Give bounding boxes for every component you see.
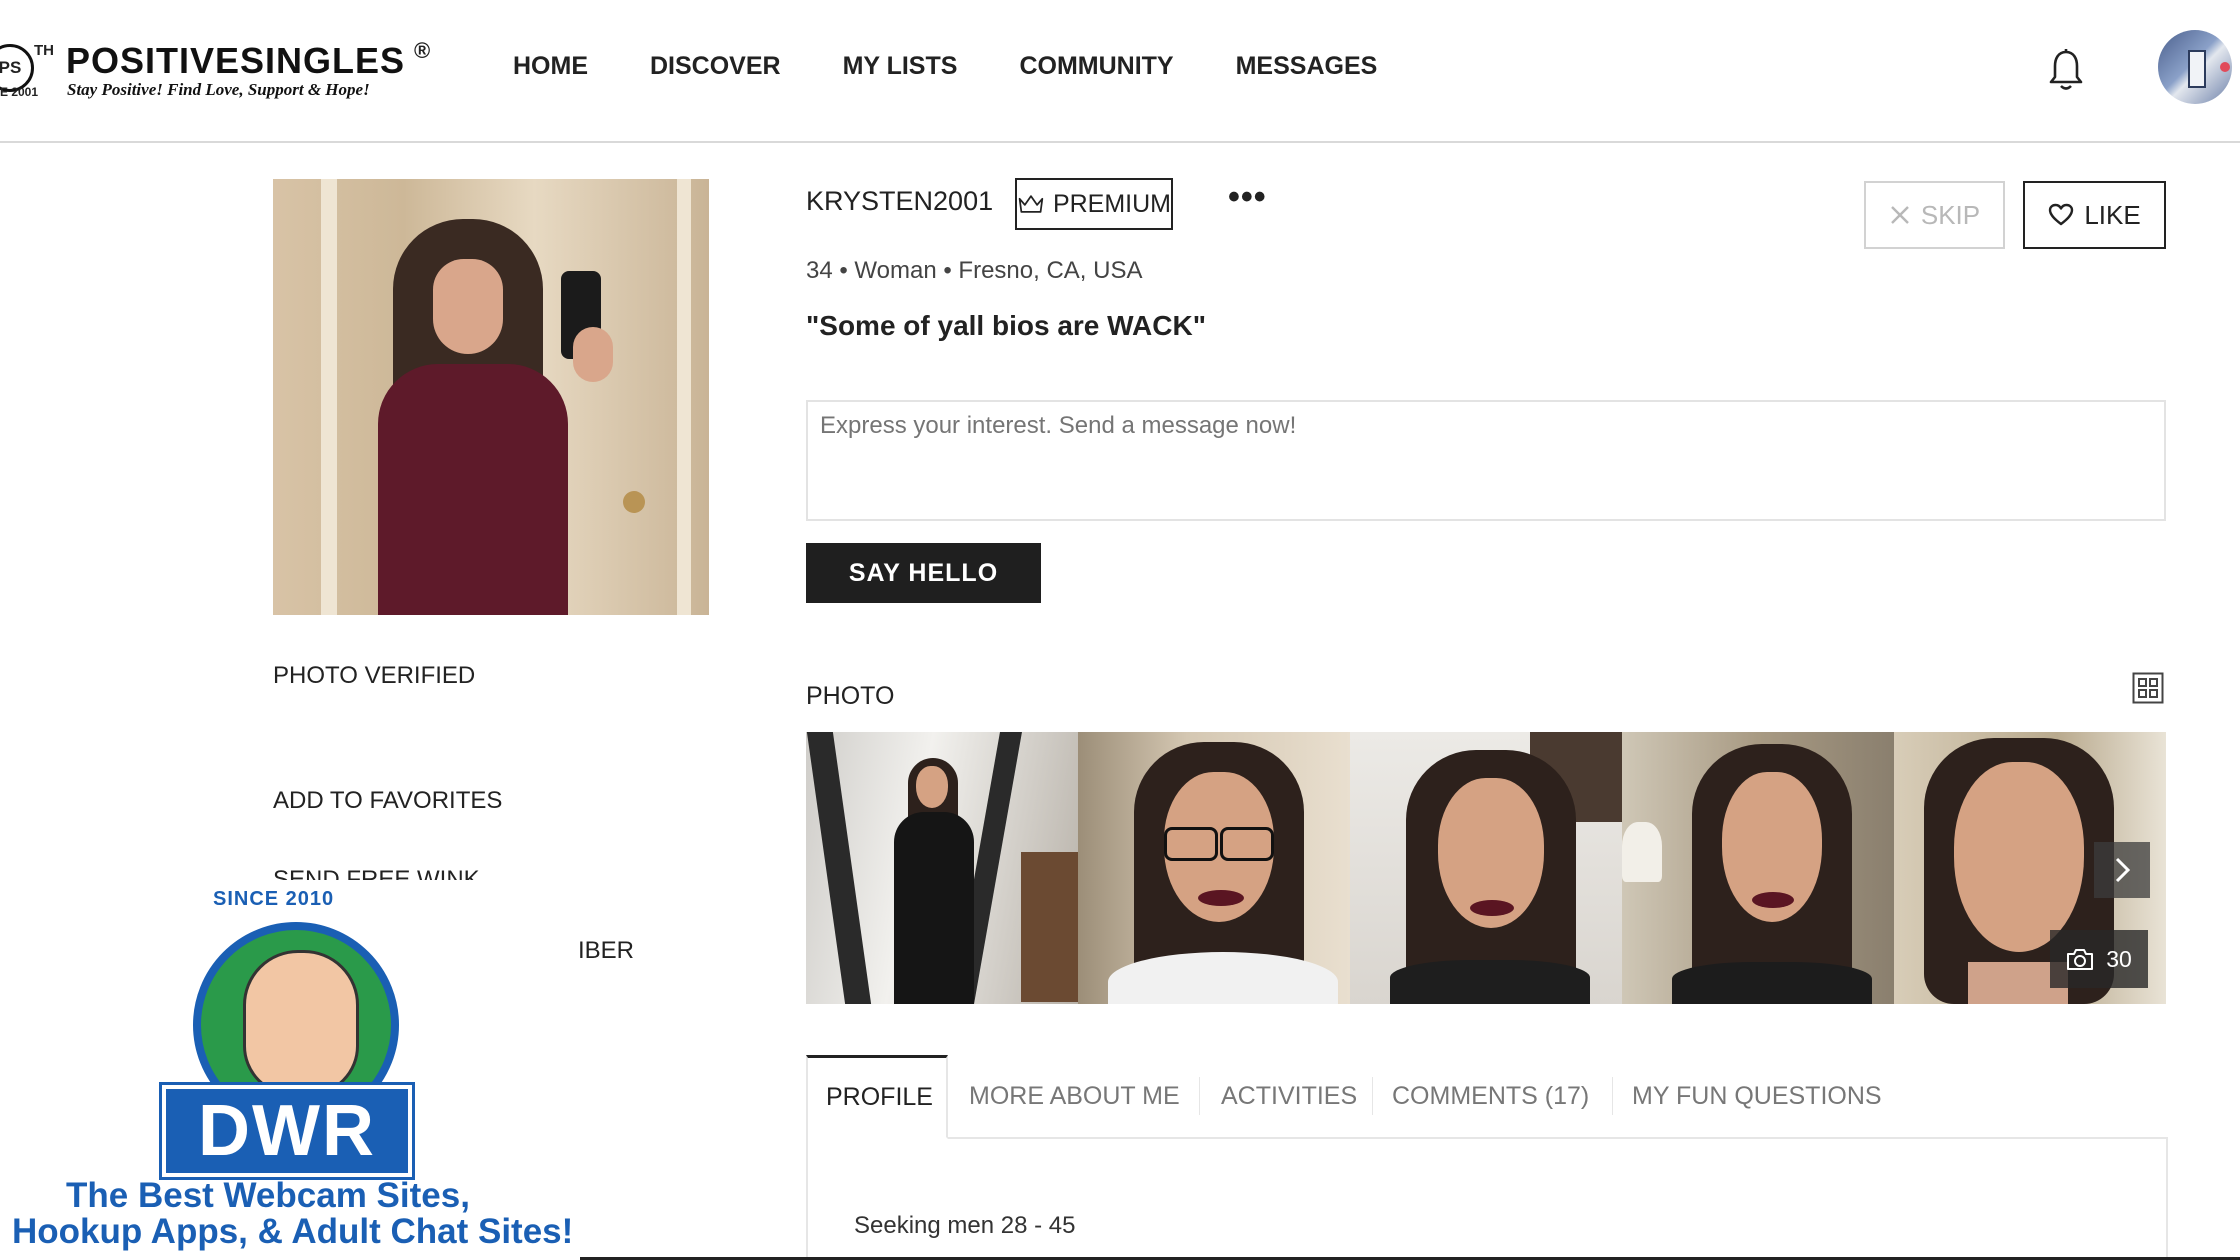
like-button[interactable]: LIKE: [2023, 181, 2166, 249]
member-link-partial[interactable]: IBER: [578, 937, 634, 965]
dwr-watermark-ad: SINCE 2010 DWR The Best Webcam Sites, Ho…: [0, 880, 580, 1260]
chevron-right-icon[interactable]: [2094, 842, 2150, 898]
nav-home[interactable]: HOME: [513, 52, 588, 81]
logo-since-text: E 2001: [0, 85, 39, 99]
photo-thumb[interactable]: [1078, 732, 1350, 1004]
nav-community[interactable]: COMMUNITY: [1019, 52, 1173, 81]
more-options-icon[interactable]: •••: [1228, 178, 1267, 217]
photo-strip: [806, 732, 2166, 1004]
skip-label: SKIP: [1920, 199, 1981, 230]
heart-icon: [2049, 203, 2074, 226]
dwr-logo: DWR: [162, 1085, 412, 1177]
photo-section-title: PHOTO: [806, 682, 895, 710]
nav-discover[interactable]: DISCOVER: [650, 52, 781, 81]
profile-info-line: 34 • Woman • Fresno, CA, USA: [806, 257, 1143, 284]
dwr-tagline-1: The Best Webcam Sites,: [66, 1176, 470, 1215]
photo-count-badge[interactable]: 30: [2050, 930, 2148, 988]
skip-button[interactable]: SKIP: [1864, 181, 2005, 249]
photo-thumb[interactable]: [806, 732, 1078, 1004]
message-input[interactable]: [806, 400, 2166, 521]
crown-icon: [1018, 195, 1044, 213]
profile-headline: "Some of yall bios are WACK": [806, 310, 1206, 341]
dwr-tagline-2: Hookup Apps, & Adult Chat Sites!: [12, 1212, 574, 1251]
say-hello-button[interactable]: SAY HELLO: [806, 543, 1041, 603]
tab-my-fun-questions[interactable]: MY FUN QUESTIONS: [1632, 1055, 1882, 1137]
tab-comments[interactable]: COMMENTS (17): [1392, 1055, 1589, 1137]
photo-verified-label: PHOTO VERIFIED: [273, 662, 476, 689]
close-icon: [1891, 206, 1909, 224]
top-header: PS TH E 2001 POSITIVESINGLES ® Stay Posi…: [0, 0, 2240, 143]
nav-messages[interactable]: MESSAGES: [1236, 52, 1378, 81]
bell-icon[interactable]: [2048, 48, 2084, 92]
send-free-wink-link[interactable]: SEND FREE WINK: [273, 866, 480, 880]
brand-tagline: Stay Positive! Find Love, Support & Hope…: [67, 80, 370, 99]
seeking-text: Seeking men 28 - 45: [854, 1212, 1076, 1239]
brand-logo[interactable]: POSITIVESINGLES: [66, 40, 405, 82]
premium-label: PREMIUM: [1052, 189, 1171, 218]
avatar[interactable]: [2158, 30, 2232, 104]
premium-badge[interactable]: PREMIUM: [1015, 178, 1173, 230]
camera-icon: [2067, 949, 2094, 970]
photo-thumb[interactable]: [1622, 732, 1894, 1004]
photo-thumb[interactable]: [1350, 732, 1622, 1004]
logo-th-mark: TH: [34, 42, 54, 59]
add-to-favorites-link[interactable]: ADD TO FAVORITES: [273, 787, 502, 815]
nav-my-lists[interactable]: MY LISTS: [843, 52, 958, 81]
profile-tab-panel: [806, 1137, 2168, 1260]
main-nav: HOME DISCOVER MY LISTS COMMUNITY MESSAGE…: [513, 52, 1439, 81]
dwr-since-text: SINCE 2010: [213, 888, 335, 910]
profile-username: KRYSTEN2001: [806, 186, 994, 216]
tab-profile[interactable]: PROFILE: [806, 1055, 948, 1139]
profile-tabs: PROFILE MORE ABOUT ME ACTIVITIES COMMENT…: [806, 1055, 2168, 1139]
registered-mark: ®: [414, 38, 431, 63]
tab-more-about-me[interactable]: MORE ABOUT ME: [969, 1055, 1180, 1137]
main-profile-photo[interactable]: [273, 179, 709, 615]
like-label: LIKE: [2084, 199, 2141, 230]
tab-activities[interactable]: ACTIVITIES: [1221, 1055, 1357, 1137]
photo-count: 30: [2106, 945, 2132, 972]
grid-icon[interactable]: [2132, 672, 2164, 704]
